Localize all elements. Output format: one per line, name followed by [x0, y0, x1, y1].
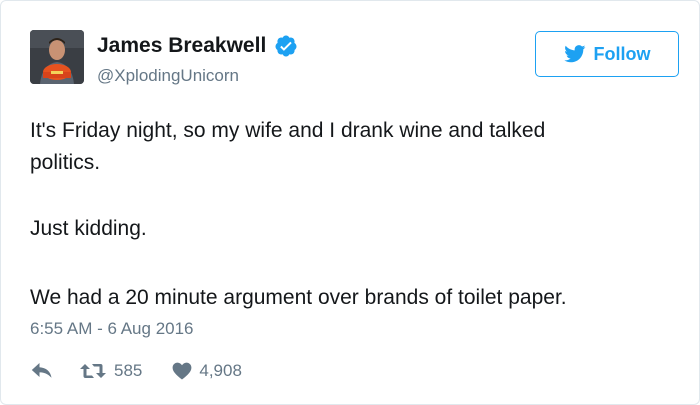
like-button[interactable]: 4,908	[172, 361, 242, 381]
author-name-row[interactable]: James Breakwell	[97, 34, 298, 58]
author-handle[interactable]: @XplodingUnicorn	[97, 66, 239, 86]
verified-badge-icon	[275, 35, 297, 57]
avatar-image	[30, 30, 84, 84]
heart-icon	[172, 362, 192, 380]
tweet-text-line: It's Friday night, so my wife and I dran…	[30, 119, 546, 142]
reply-button[interactable]	[31, 362, 53, 380]
author-name[interactable]: James Breakwell	[97, 34, 266, 58]
twitter-bird-icon	[563, 45, 585, 63]
tweet-text-line: Just kidding.	[30, 217, 147, 240]
tweet-card: James Breakwell @XplodingUnicorn Follow …	[0, 0, 700, 405]
tweet-actions: 585 4,908	[31, 358, 242, 384]
follow-button[interactable]: Follow	[535, 31, 679, 77]
retweet-count: 585	[114, 361, 143, 380]
tweet-timestamp[interactable]: 6:55 AM - 6 Aug 2016	[30, 317, 194, 341]
like-count: 4,908	[199, 361, 242, 380]
tweet-text-line: politics.	[30, 151, 101, 174]
tweet-text-line: We had a 20 minute argument over brands …	[30, 286, 567, 309]
retweet-icon	[80, 364, 106, 378]
avatar[interactable]	[30, 30, 84, 84]
follow-label: Follow	[593, 43, 651, 64]
retweet-button[interactable]: 585	[79, 361, 142, 381]
reply-icon	[31, 363, 52, 378]
